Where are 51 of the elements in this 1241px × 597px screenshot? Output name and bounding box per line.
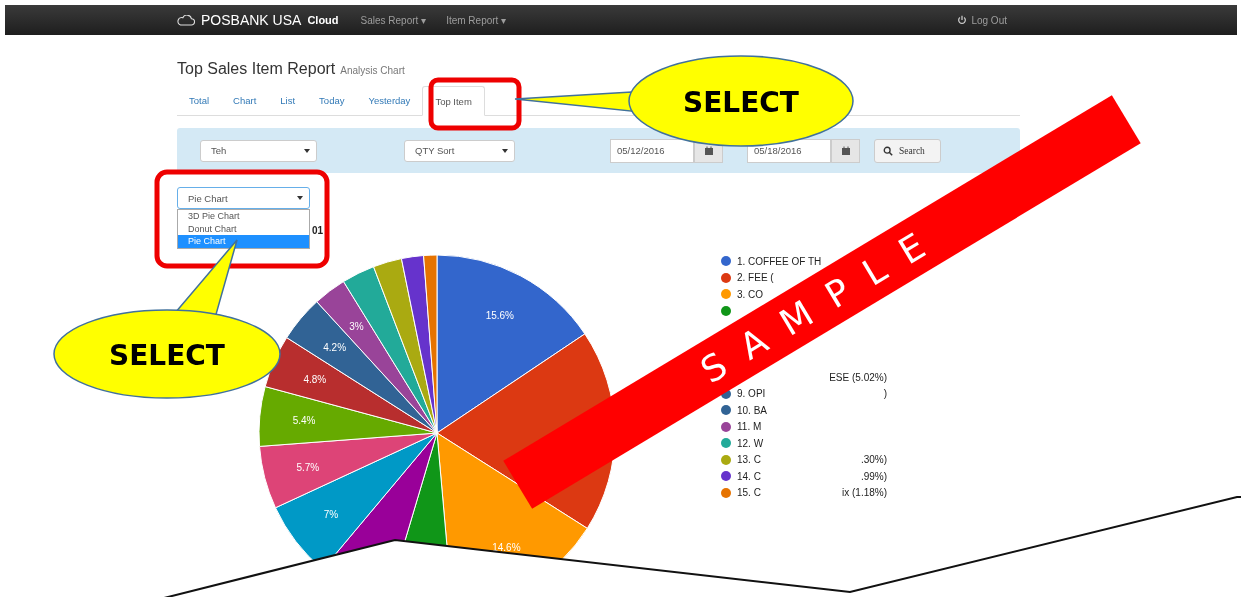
chart-title: 01 [312,225,324,236]
tab[interactable]: Yesterday [356,86,423,115]
legend-label: 10. BA [737,404,768,416]
callout-text: SELECT [683,86,799,119]
slice-label: 5.7% [296,461,320,473]
calendar-icon [703,145,714,156]
logout-link[interactable]: Log Out [957,14,1007,26]
calendar-icon [840,145,851,156]
slice-label: 4.2% [323,342,347,354]
search-icon [883,145,893,156]
legend-label: 13. C [737,454,761,466]
legend-label: .30%) [860,454,887,466]
slice-label: 3% [349,321,364,333]
callout-text: SELECT [109,339,225,372]
search-button[interactable]: Search [874,138,941,163]
caret-icon [304,148,310,153]
calendar-button[interactable] [831,138,860,163]
power-icon [957,15,968,25]
tab[interactable]: Total [177,86,222,115]
legend-label: 14. C [737,470,761,482]
caret-icon [297,196,303,200]
dropdown-option[interactable]: Donut Chart [178,222,309,235]
tab[interactable]: Chart [221,86,269,115]
dropdown-option[interactable]: 3D Pie Chart [178,210,309,223]
page-title: Top Sales Item Report [177,60,336,78]
legend-label: ix (1.18%) [842,487,887,499]
legend-label: ) [883,388,887,400]
nav-menu[interactable]: Item Report ▾ [446,14,507,26]
slice-label: 4.8% [303,374,327,386]
caret-icon [502,148,508,153]
date-field[interactable]: 05/12/2016 [610,138,694,163]
slice-label: 14.6% [492,542,521,554]
tab[interactable]: List [268,86,308,115]
slice-label: 15.6% [485,310,514,322]
legend-label: 9. OPI [737,388,766,400]
dropdown[interactable]: QTY Sort [404,139,515,162]
legend-label: 15. C [737,487,761,499]
legend-label: 12. W [737,437,764,449]
brand-suffix: Cloud [307,14,339,26]
tab[interactable]: Top Item [422,86,485,116]
tab[interactable]: Today [307,86,357,115]
legend-label: .99%) [860,470,887,482]
legend-label: 11. M [737,421,762,433]
slice-label: 5.4% [292,415,316,427]
cloud-icon [177,14,195,26]
dropdown[interactable]: Pie Chart [177,187,310,209]
nav-menu[interactable]: Sales Report ▾ [360,14,427,26]
slice-label: 7% [323,509,339,521]
page-subtitle: Analysis Chart [340,65,405,76]
dropdown[interactable]: Teh [200,139,317,162]
brand-name[interactable]: POSBANK USA [201,12,302,28]
